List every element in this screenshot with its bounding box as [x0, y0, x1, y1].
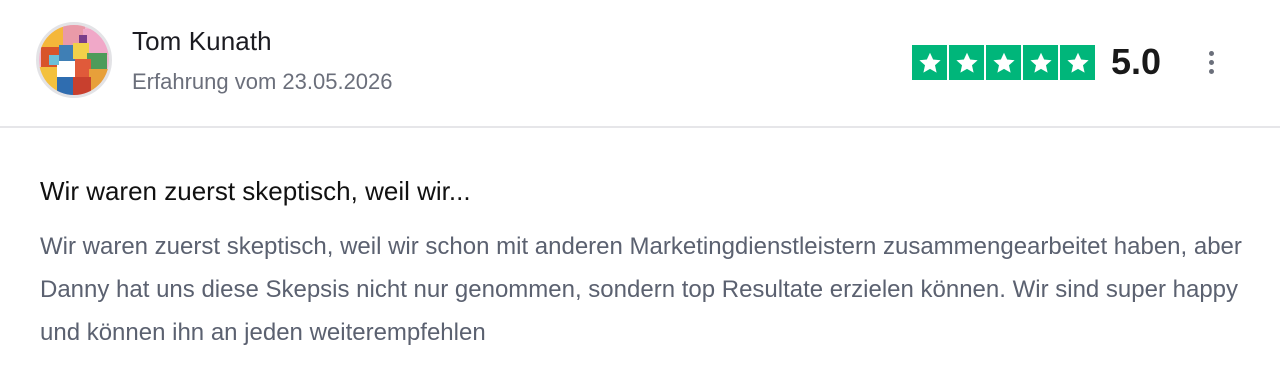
star-icon: [1023, 45, 1058, 80]
review-body: Wir waren zuerst skeptisch, weil wir sch…: [40, 233, 1242, 346]
avatar-image: [39, 25, 109, 95]
star-icon: [912, 45, 947, 80]
avatar[interactable]: [36, 22, 112, 98]
more-vertical-icon[interactable]: [1198, 46, 1224, 78]
rating-value: 5.0: [1111, 41, 1162, 82]
experience-date: Erfahrung vom 23.05.2026: [132, 69, 393, 94]
review-header: Tom Kunath Erfahrung vom 23.05.2026 5.0: [0, 0, 1280, 128]
star-icon: [949, 45, 984, 80]
star-rating: [912, 45, 1095, 80]
review-card: Tom Kunath Erfahrung vom 23.05.2026 5.0: [0, 0, 1280, 392]
menu-dot: [1208, 68, 1214, 74]
author-name[interactable]: Tom Kunath: [132, 26, 272, 57]
menu-dot: [1208, 59, 1214, 65]
star-icon: [1060, 45, 1095, 80]
menu-dot: [1208, 50, 1214, 56]
review-title: Wir waren zuerst skeptisch, weil wir...: [40, 176, 471, 206]
star-icon: [986, 45, 1021, 80]
